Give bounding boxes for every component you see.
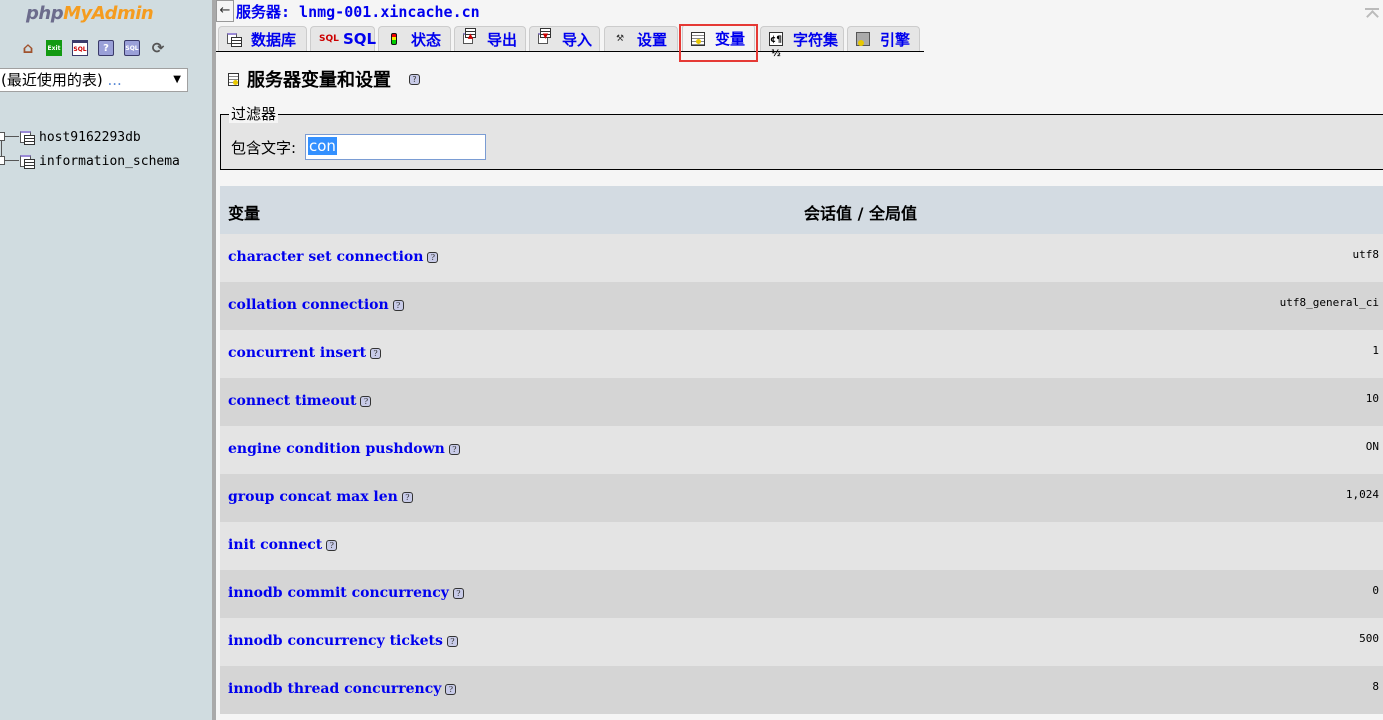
help-icon[interactable]: ? bbox=[445, 683, 457, 695]
variable-name-link[interactable]: concurrent insert? bbox=[228, 345, 382, 361]
import-icon bbox=[538, 28, 552, 46]
tab-export[interactable]: 导出 bbox=[454, 26, 526, 51]
home-icon[interactable]: ⌂ bbox=[20, 39, 36, 57]
variable-name-link[interactable]: collation connection? bbox=[228, 297, 404, 313]
table-row: character set connection? utf8 bbox=[220, 234, 1383, 282]
charset-icon: ¢¶ ½ bbox=[769, 32, 783, 59]
documentation-icon[interactable]: ? bbox=[98, 40, 114, 56]
engine-icon bbox=[856, 32, 870, 46]
status-traffic-light-icon bbox=[387, 32, 401, 46]
help-icon[interactable]: ? bbox=[427, 251, 439, 263]
variable-value: 500 bbox=[1359, 632, 1379, 645]
column-header-value: 会话值 / 全局值 bbox=[804, 204, 917, 223]
database-icon bbox=[227, 32, 242, 47]
server-breadcrumb[interactable]: 服务器: lnmg-001.xincache.cn bbox=[236, 1, 480, 22]
variable-value: 1,024 bbox=[1345, 488, 1379, 501]
variables-icon bbox=[691, 31, 705, 46]
variable-value: utf8 bbox=[1352, 248, 1380, 261]
scroll-to-top-icon[interactable] bbox=[1365, 8, 1379, 20]
database-icon bbox=[20, 130, 35, 145]
reload-icon[interactable]: ⟳ bbox=[150, 39, 166, 57]
variable-value: 1 bbox=[1372, 344, 1379, 357]
table-row: engine condition pushdown? ON bbox=[220, 426, 1383, 474]
page-title: 服务器变量和设置 bbox=[247, 70, 391, 91]
sql-icon: SQL bbox=[319, 34, 339, 44]
variable-name-link[interactable]: innodb commit concurrency? bbox=[228, 585, 464, 601]
page-heading: 服务器变量和设置 ? bbox=[228, 66, 420, 92]
database-item[interactable]: information_schema bbox=[0, 149, 180, 173]
tab-engines[interactable]: 引擎 bbox=[847, 26, 920, 51]
filter-fieldset: 过滤器 包含文字: con bbox=[220, 105, 1383, 170]
tab-variables[interactable]: 变量 bbox=[682, 24, 755, 52]
table-row: innodb concurrency tickets? 500 bbox=[220, 618, 1383, 666]
database-icon bbox=[20, 154, 35, 169]
tab-status[interactable]: 状态 bbox=[378, 26, 451, 51]
export-icon bbox=[463, 28, 477, 46]
phpmyadmin-logo[interactable]: phpMyAdmin bbox=[26, 3, 154, 24]
table-row: init connect? bbox=[220, 522, 1383, 570]
recent-tables-select[interactable]: (最近使用的表) ... ▼ bbox=[0, 68, 188, 92]
help-icon[interactable]: ? bbox=[452, 587, 464, 599]
tab-settings[interactable]: ⚒ 设置 bbox=[604, 26, 678, 51]
tab-import[interactable]: 导入 bbox=[529, 26, 600, 51]
help-icon[interactable]: ? bbox=[446, 635, 458, 647]
nav-icon-bar: ⌂ Exit SQL ? SQL ⟳ bbox=[20, 39, 166, 57]
variable-value: ON bbox=[1365, 440, 1379, 453]
table-row: innodb commit concurrency? 0 bbox=[220, 570, 1383, 618]
database-tree: host9162293db information_schema bbox=[0, 125, 180, 173]
variable-value: 0 bbox=[1372, 584, 1379, 597]
variable-name-link[interactable]: engine condition pushdown? bbox=[228, 441, 460, 457]
variable-value: 10 bbox=[1365, 392, 1379, 405]
sql-docs-icon[interactable]: SQL bbox=[124, 40, 140, 56]
variable-value: utf8_general_ci bbox=[1279, 296, 1379, 309]
exit-icon[interactable]: Exit bbox=[46, 40, 62, 56]
table-row: collation connection? utf8_general_ci bbox=[220, 282, 1383, 330]
table-row: innodb thread concurrency? 8 bbox=[220, 666, 1383, 714]
main-panel: ← 服务器: lnmg-001.xincache.cn 数据库 SQL SQL … bbox=[216, 0, 1383, 720]
tab-charsets[interactable]: ¢¶ ½ 字符集 bbox=[760, 26, 844, 59]
variable-name-link[interactable]: init connect? bbox=[228, 537, 338, 553]
variable-name-link[interactable]: innodb concurrency tickets? bbox=[228, 633, 458, 649]
collapse-nav-button[interactable]: ← bbox=[216, 0, 234, 22]
table-row: group concat max len? 1,024 bbox=[220, 474, 1383, 522]
filter-legend: 过滤器 bbox=[229, 105, 279, 123]
variable-name-link[interactable]: innodb thread concurrency? bbox=[228, 681, 457, 697]
table-row: concurrent insert? 1 bbox=[220, 330, 1383, 378]
variables-icon bbox=[228, 72, 239, 86]
navigation-panel: phpMyAdmin ⌂ Exit SQL ? SQL ⟳ (最近使用的表) .… bbox=[0, 0, 212, 720]
settings-tools-icon: ⚒ bbox=[615, 34, 625, 44]
table-header: 变量 会话值 / 全局值 bbox=[220, 186, 1383, 234]
help-icon[interactable]: ? bbox=[401, 491, 413, 503]
variable-value: 8 bbox=[1372, 680, 1379, 693]
database-item[interactable]: host9162293db bbox=[0, 125, 180, 149]
help-icon[interactable]: ? bbox=[370, 347, 382, 359]
help-icon[interactable]: ? bbox=[360, 395, 372, 407]
help-icon[interactable]: ? bbox=[409, 73, 420, 85]
tab-sql[interactable]: SQL SQL bbox=[310, 26, 376, 51]
column-header-variable: 变量 bbox=[228, 204, 261, 223]
filter-text-input[interactable]: con bbox=[305, 134, 486, 160]
help-icon[interactable]: ? bbox=[326, 539, 338, 551]
server-tabs: 数据库 SQL SQL 状态 导出 导入 ⚒ 设置 变量 ¢¶½ 字符集 bbox=[216, 24, 1383, 59]
variable-name-link[interactable]: connect timeout? bbox=[228, 393, 372, 409]
help-icon[interactable]: ? bbox=[448, 443, 460, 455]
tabs-divider bbox=[216, 51, 924, 52]
variables-table: 变量 会话值 / 全局值 character set connection? ut… bbox=[220, 186, 1383, 714]
sql-query-window-icon[interactable]: SQL bbox=[72, 40, 88, 56]
variable-name-link[interactable]: character set connection? bbox=[228, 249, 439, 265]
dropdown-arrow-icon: ▼ bbox=[173, 74, 181, 85]
tab-databases[interactable]: 数据库 bbox=[218, 26, 307, 51]
filter-label: 包含文字: bbox=[231, 139, 297, 157]
help-icon[interactable]: ? bbox=[392, 299, 404, 311]
variable-name-link[interactable]: group concat max len? bbox=[228, 489, 413, 505]
table-row: connect timeout? 10 bbox=[220, 378, 1383, 426]
